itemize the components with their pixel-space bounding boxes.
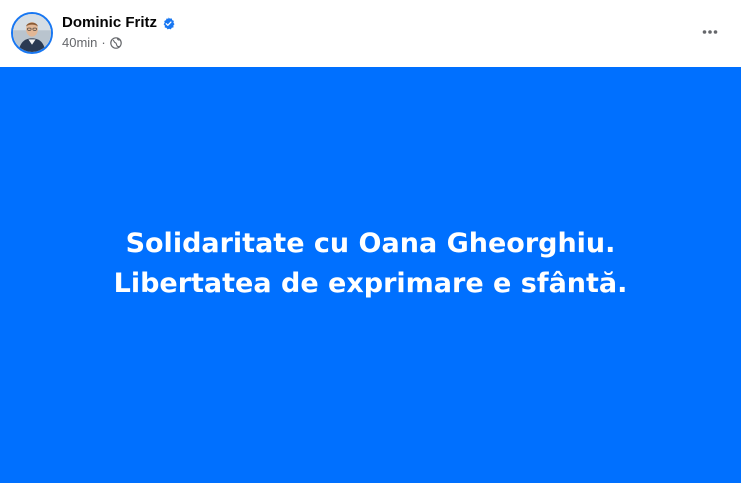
post-colored-background: Solidaritate cu Oana Gheorghiu. Libertat… (0, 67, 741, 483)
verified-badge-icon (162, 16, 175, 30)
post-text-line: Libertatea de exprimare e sfântă. (113, 268, 628, 299)
post-text-line: Solidaritate cu Oana Gheorghiu. (125, 228, 616, 259)
more-options-button[interactable] (692, 16, 728, 48)
author-avatar[interactable] (11, 12, 53, 54)
post-text: Solidaritate cu Oana Gheorghiu. Libertat… (114, 224, 628, 304)
post-meta: 40min · (62, 35, 122, 51)
post-timestamp[interactable]: 40min (62, 35, 97, 51)
facebook-post: Dominic Fritz 40min · Solidaritate cu Oa… (0, 0, 741, 483)
globe-icon[interactable] (109, 37, 122, 49)
author-name[interactable]: Dominic Fritz (62, 13, 157, 33)
more-horizontal-icon (702, 30, 718, 34)
post-header: Dominic Fritz 40min · (0, 0, 741, 67)
author-row: Dominic Fritz (62, 13, 175, 33)
avatar-photo (13, 14, 51, 52)
meta-separator: · (101, 35, 106, 50)
